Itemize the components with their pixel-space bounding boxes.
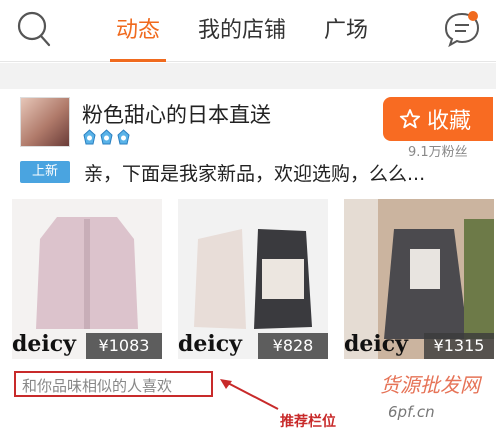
favorite-label: 收藏 (427, 109, 472, 134)
fan-count: 9.1万粉丝 (408, 145, 468, 160)
watermark-logo: 货源批发网 (380, 373, 480, 397)
search-button[interactable] (14, 6, 54, 50)
new-arrival-badge: 上新 (20, 161, 70, 183)
tab-feed[interactable]: 动态 (108, 0, 168, 62)
shop-avatar[interactable] (20, 97, 70, 147)
watermark-url: 6pf.cn (388, 403, 435, 421)
shop-feed-card[interactable]: 粉色甜心的日本直送 收藏 9.1万粉丝 上新 亲，下面是我家新品，欢迎选购，么么… (0, 89, 496, 434)
messages-button[interactable] (442, 6, 482, 50)
price-tag: ¥828 (258, 333, 328, 359)
star-icon (399, 109, 421, 129)
tab-my-shops[interactable]: 我的店铺 (190, 0, 294, 62)
price-tag: ¥1083 (86, 333, 162, 359)
product-item[interactable]: deicy ¥828 (178, 199, 328, 359)
favorite-shop-button[interactable]: 收藏 (383, 97, 493, 141)
annotation-label: 推荐栏位 (280, 414, 336, 430)
top-navigation-bar: 动态 我的店铺 广场 (0, 0, 496, 62)
section-divider (0, 63, 496, 89)
recommend-bar[interactable]: 和你品味相似的人喜欢 (14, 371, 213, 397)
product-item[interactable]: deicy ¥1083 (12, 199, 162, 359)
tab-bar: 动态 我的店铺 广场 (108, 0, 398, 62)
shop-level-badges (82, 129, 131, 146)
crown-icon (100, 129, 113, 145)
tab-square[interactable]: 广场 (316, 0, 376, 62)
crown-icon (117, 129, 130, 145)
brand-label: deicy (344, 331, 408, 357)
product-item[interactable]: deicy ¥1315 (344, 199, 494, 359)
post-text[interactable]: 亲，下面是我家新品，欢迎选购，么么... (84, 159, 425, 186)
search-icon (17, 11, 51, 47)
brand-label: deicy (12, 331, 76, 357)
shop-name[interactable]: 粉色甜心的日本直送 (82, 99, 271, 129)
chat-bubble-icon (444, 11, 480, 48)
price-tag: ¥1315 (424, 333, 494, 359)
annotation-arrow-icon (220, 379, 279, 410)
crown-icon (83, 129, 96, 145)
brand-label: deicy (178, 331, 242, 357)
